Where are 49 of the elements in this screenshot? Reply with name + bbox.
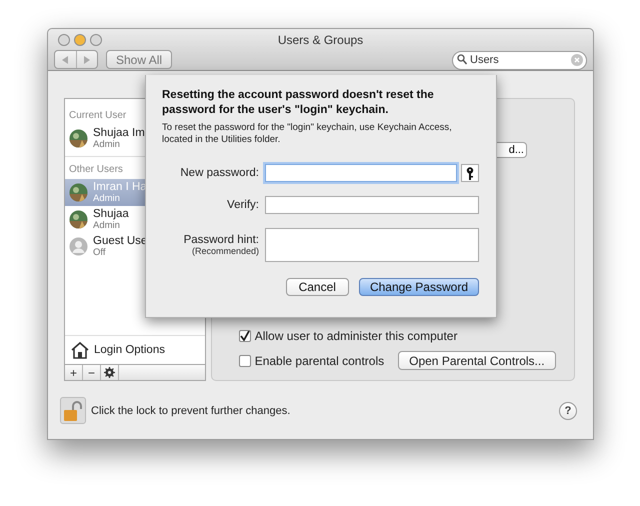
password-field[interactable] [265,196,479,214]
hint-field[interactable] [265,228,479,262]
reset-password-button[interactable]: d... [497,142,527,158]
search-icon [457,54,467,65]
checkbox[interactable] [238,354,251,366]
login-options-item[interactable]: Login Options [65,335,205,364]
lock-message: Click the lock to prevent further changes. [91,404,290,416]
cancel-button[interactable]: Cancel [286,278,349,296]
zoom-button[interactable] [90,34,102,46]
checkmark-icon [240,331,250,341]
user-name: Shujaa [93,208,129,220]
field-label: Password hint: [184,234,259,246]
field-label: New password: [180,167,259,179]
house-icon [70,341,90,359]
user-name: Shujaa Im [93,128,145,138]
gear-icon [104,367,115,378]
checkbox[interactable] [238,330,251,342]
sheet-message: To reset the password for the "login" keychain, use Keychain Access, located in the Utilities folder. [162,122,453,146]
checkbox-label: Allow user to administer this computer [254,329,458,343]
close-button[interactable] [58,34,70,46]
user-role: Off [93,246,106,258]
checkbox-label: Enable parental controls [254,354,384,368]
add-button[interactable]: + [65,365,83,380]
forward-icon [84,56,90,64]
password-assistant-button[interactable] [461,164,479,182]
clear-icon[interactable] [571,54,583,66]
user-role: Admin [93,138,121,150]
search-field[interactable]: Users [452,50,587,70]
help-button[interactable]: ? [559,402,577,420]
field-sublabel: (Recommended) [192,246,259,256]
window-title: Users & Groups [278,33,364,47]
show-all-button[interactable]: Show All [106,50,172,69]
minimize-button[interactable] [74,34,86,46]
section-heading: Other Users [69,164,123,175]
section-heading: Current User [69,110,126,121]
key-icon [466,166,474,180]
lock-button[interactable] [60,397,86,424]
back-icon [62,56,68,64]
guest-avatar-icon [69,237,88,256]
field-label: Verify: [227,199,259,211]
padlock-icon [63,400,83,422]
password-field[interactable] [265,164,457,182]
remove-button[interactable]: − [83,365,101,380]
sheet-title: Resetting the account password doesn't reset the password for the user's "login" keychain. [162,88,435,118]
user-role: Admin [93,192,121,204]
settings-button[interactable] [101,365,119,380]
open-parental-controls-button[interactable]: Open Parental Controls... [398,351,556,370]
user-role: Admin [93,220,121,230]
change-password-button[interactable]: Change Password [358,278,479,296]
